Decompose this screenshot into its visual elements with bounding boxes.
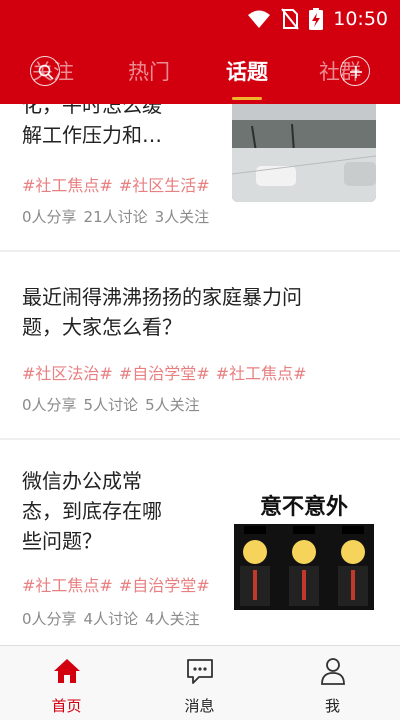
tab-topics[interactable]: 话题 bbox=[226, 56, 268, 86]
discussion-count: 4人讨论 bbox=[83, 610, 139, 628]
clock: 10:50 bbox=[333, 8, 388, 30]
follow-count: 5人关注 bbox=[145, 396, 200, 414]
share-count: 0人分享 bbox=[22, 610, 77, 628]
nav-label: 我 bbox=[324, 697, 340, 715]
plus-icon bbox=[350, 66, 362, 78]
topic-tags: #社区法治# #自治学堂# #社工焦点# bbox=[22, 360, 312, 384]
nav-me[interactable]: 我 bbox=[266, 646, 399, 720]
topic-card[interactable]: 化，平时怎么缓 解工作压力和… #社工焦点# #社区生活# 0人分享 21人讨论 3人… bbox=[0, 104, 400, 250]
status-bar: 10:50 bbox=[0, 0, 400, 38]
topic-tags: #社工焦点# #社区生活# bbox=[22, 172, 216, 196]
top-tab-bar: 关注 热门 话题 社群 bbox=[0, 38, 400, 104]
tab-hot[interactable]: 热门 bbox=[128, 56, 170, 86]
meme-caption: 意不意外 bbox=[260, 494, 348, 520]
topic-list: 化，平时怎么缓 解工作压力和… #社工焦点# #社区生活# 0人分享 21人讨论 3人… bbox=[0, 104, 400, 645]
follow-count: 3人关注 bbox=[154, 208, 210, 226]
battery-charging-icon bbox=[309, 8, 324, 30]
topic-tags: #社工焦点# #自治学堂# bbox=[22, 572, 216, 596]
discussion-count: 5人讨论 bbox=[83, 396, 139, 414]
topic-stats: 0人分享 21人讨论 3人关注 bbox=[22, 206, 216, 227]
share-count: 0人分享 bbox=[22, 208, 77, 226]
topic-title: 微信办公成常 态，到底存在哪 些问题？ bbox=[22, 469, 162, 553]
topic-tag[interactable]: #社区生活# bbox=[119, 176, 210, 195]
topic-card[interactable]: 最近闹得沸沸扬扬的家庭暴力问 题，大家怎么看？ #社区法治# #自治学堂# #社工焦… bbox=[0, 252, 400, 438]
tab-following[interactable]: 关注 bbox=[32, 56, 74, 86]
topic-stats: 0人分享 5人讨论 5人关注 bbox=[22, 394, 207, 415]
topic-title: 化，平时怎么缓 解工作压力和… bbox=[22, 104, 162, 147]
nav-label: 消息 bbox=[184, 697, 215, 715]
wifi-icon bbox=[248, 10, 271, 28]
topic-thumbnail[interactable] bbox=[232, 104, 376, 202]
topic-tag[interactable]: #社工焦点# bbox=[216, 364, 307, 383]
topic-tag[interactable]: #社区法治# bbox=[22, 364, 113, 383]
message-icon bbox=[186, 659, 213, 684]
user-icon bbox=[320, 658, 345, 685]
topic-tag[interactable]: #社工焦点# bbox=[22, 576, 113, 595]
share-count: 0人分享 bbox=[22, 396, 77, 414]
active-tab-indicator bbox=[232, 97, 262, 100]
discussion-count: 21人讨论 bbox=[83, 208, 148, 226]
topic-tag[interactable]: #自治学堂# bbox=[119, 364, 210, 383]
home-icon bbox=[53, 659, 80, 683]
bottom-nav: 首页 消息 我 bbox=[0, 645, 400, 720]
topic-thumbnail[interactable]: 意不意外 bbox=[234, 490, 374, 610]
topic-tag[interactable]: #社工焦点# bbox=[22, 176, 113, 195]
add-button[interactable] bbox=[340, 56, 370, 86]
topic-title: 最近闹得沸沸扬扬的家庭暴力问 题，大家怎么看？ bbox=[22, 285, 302, 339]
nav-label: 首页 bbox=[51, 697, 82, 715]
no-sim-icon bbox=[281, 8, 300, 30]
nav-home[interactable]: 首页 bbox=[0, 646, 133, 720]
nav-messages[interactable]: 消息 bbox=[133, 646, 266, 720]
topic-stats: 0人分享 4人讨论 4人关注 bbox=[22, 608, 207, 629]
follow-count: 4人关注 bbox=[145, 610, 200, 628]
topic-tag[interactable]: #自治学堂# bbox=[119, 576, 210, 595]
